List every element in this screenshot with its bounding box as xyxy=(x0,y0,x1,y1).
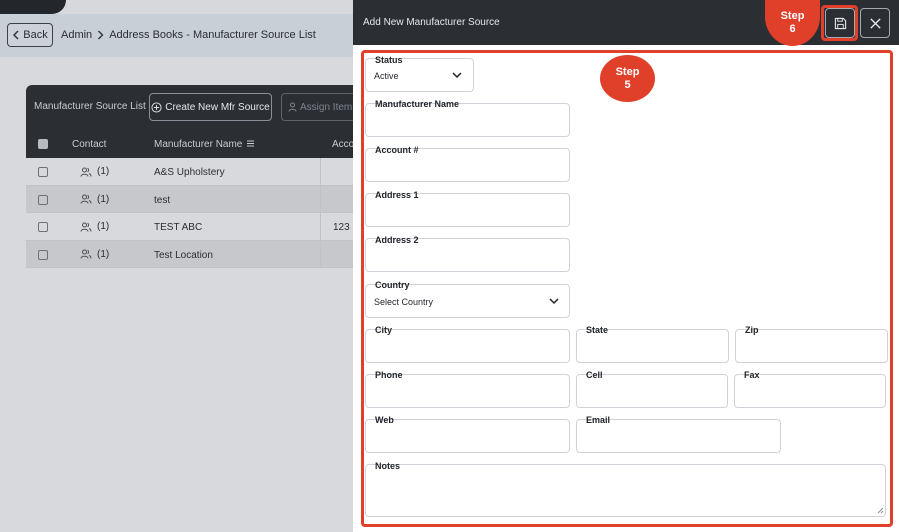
contact-count: (1) xyxy=(97,248,110,260)
step-5-number: 5 xyxy=(624,78,631,91)
save-button-highlight xyxy=(821,5,858,41)
users-icon xyxy=(80,249,92,259)
plus-circle-icon xyxy=(151,101,162,113)
web-label: Web xyxy=(375,415,394,425)
zip-label: Zip xyxy=(745,325,759,335)
modal-title: Add New Manufacturer Source xyxy=(363,17,500,28)
top-corner-tab xyxy=(0,0,66,14)
breadcrumb-item-admin[interactable]: Admin xyxy=(61,29,92,41)
table-row[interactable]: (1) Test Location xyxy=(26,240,366,268)
table-row[interactable]: (1) TEST ABC 123 xyxy=(26,213,366,241)
column-contact[interactable]: Contact xyxy=(72,139,106,150)
list-title: Manufacturer Source List xyxy=(34,101,146,112)
manufacturer-name-cell: A&S Upholstery xyxy=(154,167,225,178)
contact-cell[interactable]: (1) xyxy=(80,194,109,205)
web-field[interactable] xyxy=(365,419,570,453)
step-6-number: 6 xyxy=(789,23,796,35)
manufacturer-name-cell: TEST ABC xyxy=(154,222,203,233)
column-account[interactable]: Acco xyxy=(332,139,354,150)
column-manufacturer-name[interactable]: Manufacturer Name xyxy=(154,139,255,150)
table-header: Contact Manufacturer Name Acco xyxy=(26,131,366,158)
column-manufacturer-name-label: Manufacturer Name xyxy=(154,139,243,150)
resize-handle-icon[interactable] xyxy=(877,507,884,514)
row-checkbox[interactable] xyxy=(38,194,48,205)
manufacturer-name-cell: test xyxy=(154,194,171,206)
city-field[interactable] xyxy=(365,329,570,363)
country-label: Country xyxy=(375,280,410,290)
step-5-annotation: Step 5 xyxy=(600,55,655,102)
email-label: Email xyxy=(586,415,611,425)
phone-label: Phone xyxy=(375,370,403,380)
status-label: Status xyxy=(375,55,403,65)
row-checkbox[interactable] xyxy=(38,222,48,232)
assign-item-button[interactable]: Assign Item xyxy=(281,93,361,121)
country-value: Select Country xyxy=(374,297,434,307)
close-icon xyxy=(869,17,881,29)
notes-label: Notes xyxy=(375,461,401,471)
address2-label: Address 2 xyxy=(375,235,419,245)
manufacturer-name-cell: Test Location xyxy=(154,249,213,261)
menu-icon[interactable] xyxy=(246,139,255,148)
list-toolbar: Manufacturer Source List Create New Mfr … xyxy=(26,85,366,131)
state-label: State xyxy=(586,325,609,335)
chevron-right-icon xyxy=(98,30,104,40)
step-6-word: Step xyxy=(780,10,805,22)
chevron-left-icon xyxy=(13,30,19,40)
notes-textarea[interactable] xyxy=(365,464,886,517)
contact-cell[interactable]: (1) xyxy=(80,166,109,177)
chevron-down-icon xyxy=(549,298,559,305)
step-5-word: Step xyxy=(615,65,640,78)
breadcrumb: Admin Address Books - Manufacturer Sourc… xyxy=(61,29,316,41)
fax-label: Fax xyxy=(744,370,760,380)
contact-count: (1) xyxy=(97,221,110,232)
users-icon xyxy=(80,222,92,232)
address1-label: Address 1 xyxy=(375,190,419,200)
user-icon xyxy=(288,102,297,112)
users-icon xyxy=(80,194,92,204)
breadcrumb-item-current: Address Books - Manufacturer Source List xyxy=(109,29,316,41)
table-row[interactable]: (1) A&S Upholstery xyxy=(26,158,366,186)
row-checkbox[interactable] xyxy=(38,167,48,177)
table-body: (1) A&S Upholstery (1) test (1) TEST ABC… xyxy=(26,158,366,268)
city-label: City xyxy=(375,325,393,335)
back-button[interactable]: Back xyxy=(7,23,53,47)
contact-cell[interactable]: (1) xyxy=(80,221,109,232)
manufacturer-name-label: Manufacturer Name xyxy=(375,99,460,109)
contact-count: (1) xyxy=(97,193,110,205)
create-mfr-source-label: Create New Mfr Source xyxy=(165,101,270,113)
close-button[interactable] xyxy=(860,8,890,38)
account-label: Account # xyxy=(375,145,419,155)
assign-item-label: Assign Item xyxy=(300,101,353,113)
table-row[interactable]: (1) test xyxy=(26,185,366,213)
row-checkbox[interactable] xyxy=(38,249,48,260)
chevron-down-icon xyxy=(452,72,462,79)
users-icon xyxy=(80,167,92,177)
status-value: Active xyxy=(374,71,399,81)
contact-cell[interactable]: (1) xyxy=(80,249,109,260)
contact-count: (1) xyxy=(97,166,110,177)
cell-label: Cell xyxy=(586,370,603,380)
select-all-checkbox[interactable] xyxy=(38,139,48,149)
create-mfr-source-button[interactable]: Create New Mfr Source xyxy=(149,93,272,121)
back-label: Back xyxy=(23,29,48,41)
modal-body: Status Active Manufacturer Name Account … xyxy=(353,45,899,532)
